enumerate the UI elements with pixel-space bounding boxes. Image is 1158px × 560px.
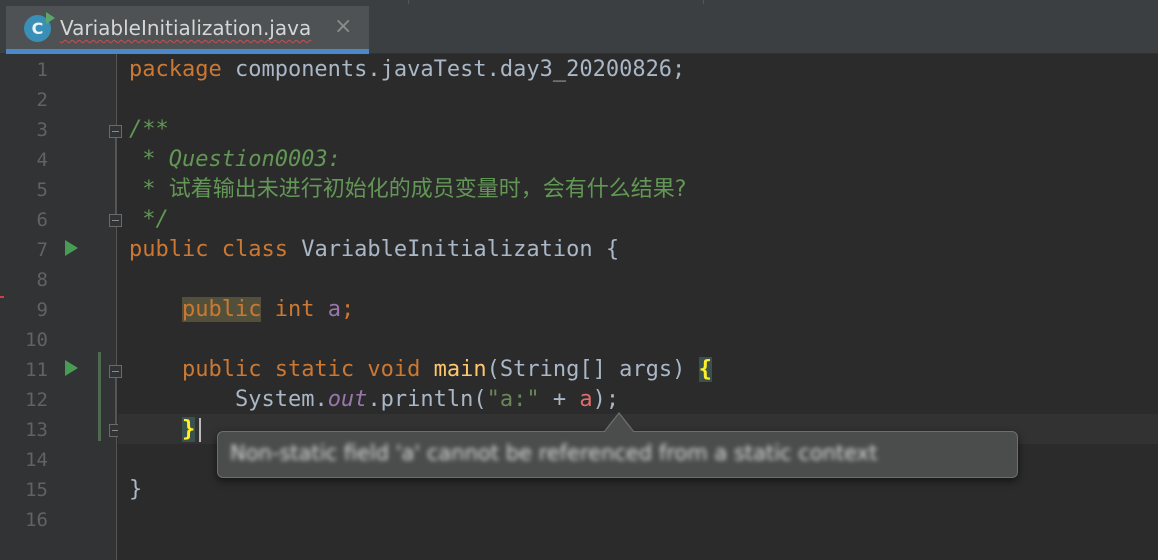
run-main-icon[interactable] — [65, 360, 78, 376]
line-number[interactable]: 13 — [0, 415, 48, 445]
error-tooltip: Non-static field 'a' cannot be reference… — [217, 431, 1018, 478]
line-number[interactable]: 12 — [0, 385, 48, 415]
code-line-12[interactable]: System.out.println("a:" + a); — [129, 385, 619, 415]
line-number[interactable]: 16 — [0, 505, 48, 535]
editor-tab-bar: C VariableInitialization.java × — [0, 0, 1158, 54]
close-icon[interactable]: × — [334, 14, 352, 39]
line-number[interactable]: 2 — [0, 85, 48, 115]
code-line-7[interactable]: public class VariableInitialization { — [129, 235, 619, 265]
code-line-3[interactable]: /** — [129, 115, 169, 145]
file-tab-variable-initialization[interactable]: C VariableInitialization.java × — [6, 6, 369, 54]
java-class-runnable-icon: C — [24, 12, 55, 42]
tab-title: VariableInitialization.java — [60, 16, 312, 40]
line-number[interactable]: 11 — [0, 355, 48, 385]
code-line-6[interactable]: */ — [129, 205, 169, 235]
line-number[interactable]: 10 — [0, 325, 48, 355]
tooltip-pointer-fill — [605, 414, 633, 432]
code-line-5[interactable]: * 试着输出未进行初始化的成员变量时，会有什么结果? — [129, 175, 686, 205]
line-number[interactable]: 3 — [0, 115, 48, 145]
code-line-15[interactable]: } — [129, 475, 142, 505]
line-number[interactable]: 4 — [0, 145, 48, 175]
line-number[interactable]: 8 — [0, 265, 48, 295]
fold-guide — [115, 138, 116, 218]
line-number[interactable]: 1 — [0, 55, 48, 85]
tab-separator — [703, 0, 704, 4]
line-number[interactable]: 5 — [0, 175, 48, 205]
line-number[interactable]: 14 — [0, 445, 48, 475]
error-tooltip-text: Non-static field 'a' cannot be reference… — [230, 441, 878, 465]
line-number[interactable]: 15 — [0, 475, 48, 505]
code-line-4[interactable]: * Question0003: — [129, 145, 341, 175]
line-number[interactable]: 7 — [0, 235, 48, 265]
tab-separator — [408, 0, 409, 4]
line-number[interactable]: 6 — [0, 205, 48, 235]
line-number[interactable]: 9 — [0, 295, 48, 325]
fold-guide — [115, 378, 116, 428]
vcs-change-bar — [98, 352, 101, 441]
error-highlight[interactable]: a — [579, 387, 592, 412]
code-line-13[interactable]: } — [129, 415, 196, 445]
code-line-1[interactable]: package components.javaTest.day3_2020082… — [129, 55, 685, 85]
text-caret — [199, 418, 201, 442]
code-line-9[interactable]: public int a; — [129, 295, 354, 325]
code-line-11[interactable]: public static void main(String[] args) { — [129, 355, 712, 385]
class-icon-letter: C — [31, 19, 44, 38]
run-class-icon[interactable] — [65, 240, 78, 256]
run-badge-icon — [46, 12, 55, 24]
